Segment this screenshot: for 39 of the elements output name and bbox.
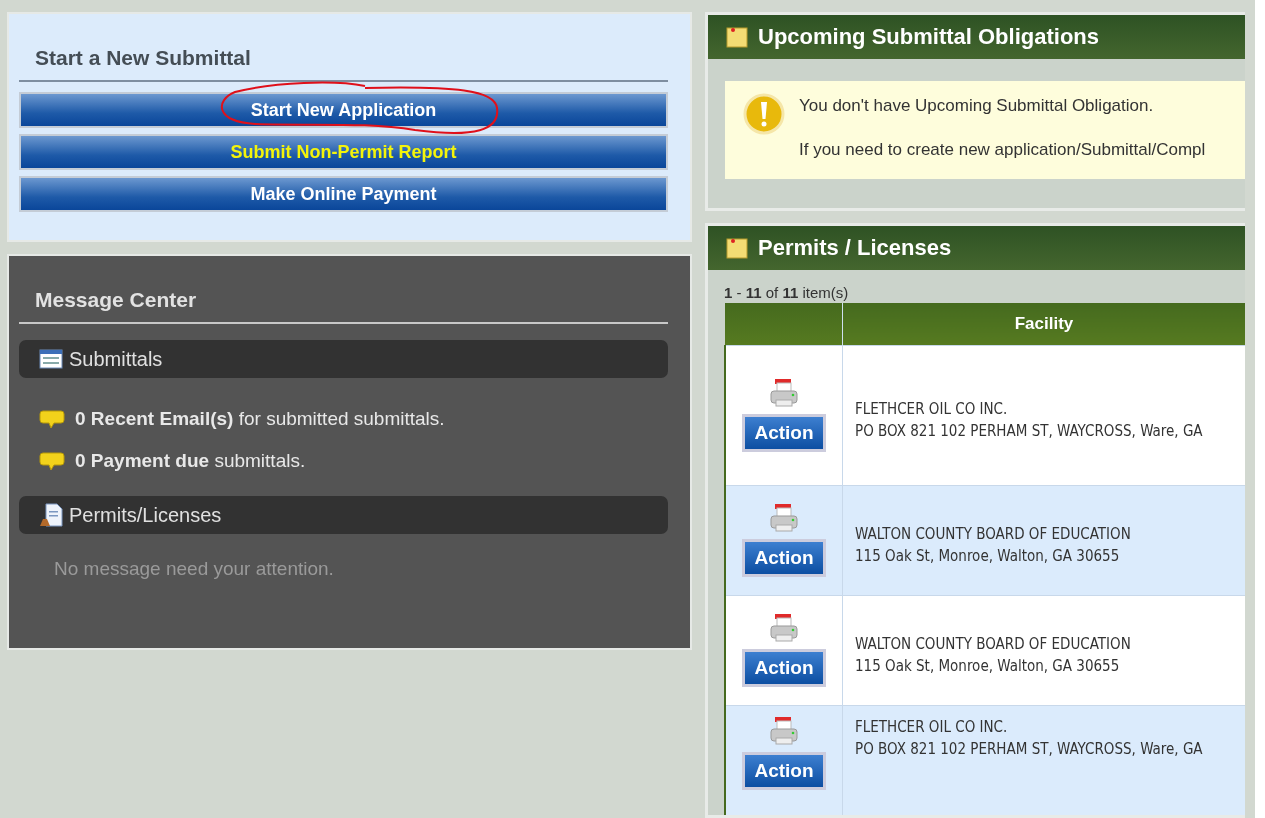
speech-bubble-icon xyxy=(39,409,65,429)
facility-name: WALTON COUNTY BOARD OF EDUCATION xyxy=(855,523,1132,545)
panel-title: Start a New Submittal xyxy=(34,46,252,71)
facility-address: 115 Oak St, Monroe, Walton, GA 30655 xyxy=(855,545,1121,567)
action-button[interactable]: Action xyxy=(742,751,826,790)
facility-name: FLETHCER OIL CO INC. xyxy=(855,398,1009,420)
speech-bubble-icon xyxy=(39,451,65,471)
menu-button[interactable]: Make Online Payment xyxy=(19,176,668,212)
message-text: 0 Payment due submittals. xyxy=(75,450,306,472)
menu-button[interactable]: Start New Application xyxy=(19,92,668,128)
panel-title: Upcoming Submittal Obligations xyxy=(758,24,1099,50)
section-title: Submittals xyxy=(69,347,163,371)
action-button[interactable]: Action xyxy=(742,539,826,577)
facility-name: FLETHCER OIL CO INC. xyxy=(855,716,1009,738)
sticky-note-icon xyxy=(726,236,748,259)
sticky-note-icon xyxy=(726,26,748,48)
facility-address: PO BOX 821 102 PERHAM ST, WAYCROSS, Ware, GA xyxy=(855,420,1204,442)
printer-icon[interactable] xyxy=(769,715,799,746)
notice-text: If you need to create new application/Submittal/Compl xyxy=(799,140,1206,160)
list-window-icon xyxy=(39,349,63,369)
printer-icon[interactable] xyxy=(769,378,799,408)
column-header: Facility xyxy=(842,302,1245,345)
section-title: Permits/Licenses xyxy=(69,503,222,527)
item-count: 1 - 11 of 11 item(s) xyxy=(723,282,850,303)
printer-icon[interactable] xyxy=(769,503,799,533)
menu-button[interactable]: Submit Non-Permit Report xyxy=(19,134,668,170)
notice-text: You don't have Upcoming Submittal Obligation. xyxy=(799,96,1155,116)
printer-icon[interactable] xyxy=(769,613,799,643)
facility-address: 115 Oak St, Monroe, Walton, GA 30655 xyxy=(855,655,1121,677)
empty-message: No message need your attention. xyxy=(53,557,335,580)
warning-icon xyxy=(743,93,785,135)
facility-name: WALTON COUNTY BOARD OF EDUCATION xyxy=(855,633,1132,655)
action-button[interactable]: Action xyxy=(742,649,826,687)
action-button[interactable]: Action xyxy=(742,414,826,452)
facility-address: PO BOX 821 102 PERHAM ST, WAYCROSS, Ware, GA xyxy=(855,738,1204,760)
document-icon xyxy=(39,503,63,527)
panel-title: Message Center xyxy=(34,288,198,313)
message-text: 0 Recent Email(s) for submitted submittals. xyxy=(75,408,445,430)
panel-title: Permits / Licenses xyxy=(758,234,952,261)
